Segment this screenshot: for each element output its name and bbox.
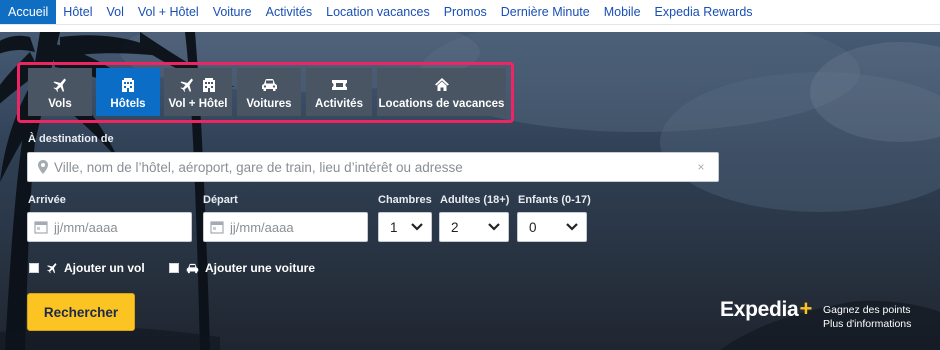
car-icon bbox=[261, 75, 278, 95]
rewards-earn-points-link[interactable]: Gagnez des points bbox=[823, 303, 911, 317]
chevron-down-icon bbox=[411, 223, 423, 231]
checkout-label: Départ bbox=[203, 194, 238, 206]
clear-destination-icon[interactable]: × bbox=[690, 160, 712, 174]
children-select[interactable]: 0 bbox=[517, 212, 587, 242]
location-pin-icon bbox=[36, 159, 50, 175]
tab-vols[interactable]: Vols bbox=[28, 68, 92, 116]
tab-vol-hotel-label: Vol + Hôtel bbox=[168, 97, 228, 110]
tab-voitures[interactable]: Voitures bbox=[237, 68, 301, 116]
nav-item-expedia-rewards[interactable]: Expedia Rewards bbox=[648, 0, 760, 24]
checkin-label: Arrivée bbox=[28, 194, 66, 206]
hotel-icon bbox=[120, 75, 136, 95]
tab-locations-de-vacances-label: Locations de vacances bbox=[378, 97, 505, 110]
add-car-checkbox[interactable] bbox=[169, 263, 179, 273]
destination-label: À destination de bbox=[28, 133, 114, 145]
search-hero: Vols Hôtels Vol + Hôtel Voitures Activit… bbox=[0, 32, 940, 350]
rooms-select[interactable]: 1 bbox=[378, 212, 432, 242]
checkin-input[interactable] bbox=[54, 219, 174, 235]
ticket-icon bbox=[331, 75, 348, 95]
nav-item-activites[interactable]: Activités bbox=[259, 0, 320, 24]
add-car-label: Ajouter une voiture bbox=[205, 261, 316, 275]
nav-item-vol-hotel[interactable]: Vol + Hôtel bbox=[131, 0, 206, 24]
tab-hotels-label: Hôtels bbox=[110, 97, 146, 110]
add-car-option[interactable]: Ajouter une voiture bbox=[169, 261, 315, 275]
rewards-info: Gagnez des points Plus d'informations bbox=[823, 303, 911, 331]
tab-vols-label: Vols bbox=[48, 97, 72, 110]
tab-activites-label: Activités bbox=[315, 97, 363, 110]
chevron-down-icon bbox=[566, 223, 578, 231]
destination-input[interactable] bbox=[54, 159, 690, 175]
brand-name: Expedia bbox=[720, 298, 799, 321]
checkout-field[interactable] bbox=[203, 212, 368, 242]
plane-hotel-icon bbox=[179, 75, 217, 95]
plane-icon bbox=[52, 75, 68, 95]
add-flight-label: Ajouter un vol bbox=[64, 261, 145, 275]
calendar-icon bbox=[34, 221, 48, 234]
tab-activites[interactable]: Activités bbox=[306, 68, 372, 116]
nav-item-mobile[interactable]: Mobile bbox=[597, 0, 648, 24]
car-icon bbox=[186, 263, 199, 274]
add-flight-checkbox[interactable] bbox=[29, 263, 39, 273]
children-label: Enfants (0-17) bbox=[518, 194, 591, 206]
tab-locations-de-vacances[interactable]: Locations de vacances bbox=[377, 68, 506, 116]
plane-icon bbox=[46, 262, 58, 274]
nav-item-vol[interactable]: Vol bbox=[99, 0, 130, 24]
rooms-value: 1 bbox=[390, 219, 398, 235]
adults-label: Adultes (18+) bbox=[440, 194, 510, 206]
add-flight-option[interactable]: Ajouter un vol bbox=[29, 261, 145, 275]
search-button[interactable]: Rechercher bbox=[27, 293, 135, 331]
rooms-label: Chambres bbox=[378, 194, 432, 206]
checkin-field[interactable] bbox=[27, 212, 192, 242]
nav-item-hotel[interactable]: Hôtel bbox=[56, 0, 99, 24]
adults-value: 2 bbox=[451, 219, 459, 235]
tab-voitures-label: Voitures bbox=[246, 97, 292, 110]
checkout-input[interactable] bbox=[230, 219, 350, 235]
nav-divider bbox=[0, 24, 940, 32]
tab-vol-hotel[interactable]: Vol + Hôtel bbox=[164, 68, 232, 116]
calendar-icon bbox=[210, 221, 224, 234]
nav-item-promos[interactable]: Promos bbox=[437, 0, 494, 24]
nav-item-accueil[interactable]: Accueil bbox=[0, 0, 57, 24]
children-value: 0 bbox=[529, 219, 537, 235]
rewards-more-info-link[interactable]: Plus d'informations bbox=[823, 317, 911, 331]
nav-item-derniere-minute[interactable]: Dernière Minute bbox=[494, 0, 597, 24]
tab-hotels[interactable]: Hôtels bbox=[96, 68, 160, 116]
nav-item-location-vacances[interactable]: Location vacances bbox=[319, 0, 437, 24]
brand-plus: + bbox=[799, 296, 812, 321]
expedia-logo: Expedia + bbox=[720, 296, 812, 322]
house-icon bbox=[434, 75, 450, 95]
adults-select[interactable]: 2 bbox=[439, 212, 509, 242]
nav-item-voiture[interactable]: Voiture bbox=[206, 0, 259, 24]
destination-field[interactable]: × bbox=[27, 152, 719, 182]
top-navigation: Accueil Hôtel Vol Vol + Hôtel Voiture Ac… bbox=[0, 0, 940, 24]
chevron-down-icon bbox=[488, 223, 500, 231]
